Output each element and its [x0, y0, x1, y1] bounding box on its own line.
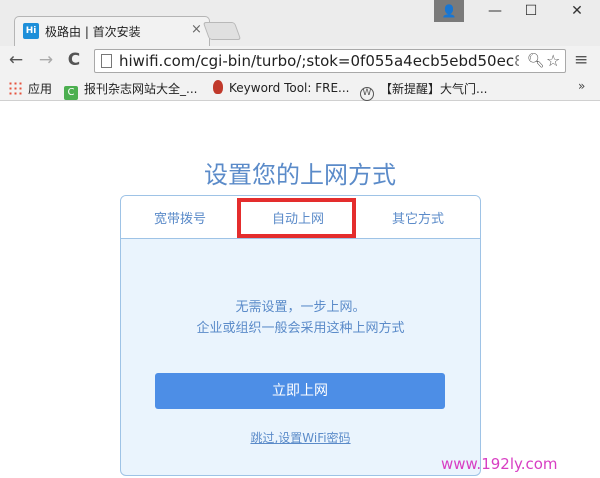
watermark: www.192ly.com [441, 455, 558, 473]
tab-pppoe[interactable]: 宽带拨号 [125, 208, 235, 227]
menu-icon[interactable]: ≡ [574, 50, 588, 70]
bookmarks-overflow-icon[interactable]: » [578, 79, 585, 93]
bookmark-new-reminder[interactable]: W 【新提醒】大气门... [360, 80, 487, 101]
description-line-1: 无需设置，一步上网。 [235, 300, 366, 315]
tab-other-methods[interactable]: 其它方式 [363, 208, 473, 227]
browser-toolbar: ← → C hiwifi.com/cgi-bin/turbo/;stok=0f0… [0, 46, 600, 76]
description-line-2: 企业或组织一般会采用这种上网方式 [196, 321, 405, 336]
bookmark-star-icon[interactable]: ☆ [546, 51, 560, 70]
bookmarks-bar: 应用 C 报刊杂志网站大全_... Keyword Tool: FRE... W 【… [0, 76, 600, 101]
new-tab-button[interactable] [202, 22, 242, 40]
address-bar[interactable]: hiwifi.com/cgi-bin/turbo/;stok=0f055a4ec… [94, 49, 566, 73]
browser-titlebar: Hi 极路由 | 首次安装 × 👤 — ☐ ✕ [0, 0, 600, 47]
connection-mode-panel: 宽带拨号 自动上网 其它方式 无需设置，一步上网。 企业或组织一般会采用这种上网… [120, 195, 481, 476]
tab-title: 极路由 | 首次安装 [45, 25, 141, 39]
maximize-icon[interactable]: ☐ [516, 3, 546, 19]
back-arrow-icon[interactable]: ← [6, 50, 26, 70]
tab-auto-connect[interactable]: 自动上网 [243, 208, 353, 227]
flame-icon [213, 80, 223, 94]
hiwifi-favicon-icon: Hi [23, 23, 39, 39]
tab-close-icon[interactable]: × [191, 22, 202, 37]
browser-tab[interactable]: Hi 极路由 | 首次安装 × [14, 16, 210, 46]
bookmark-keyword-tool[interactable]: Keyword Tool: FRE... [213, 80, 350, 95]
search-icon[interactable]: 🔍︎ [527, 53, 545, 69]
reload-icon[interactable]: C [64, 50, 84, 70]
minimize-icon[interactable]: — [480, 3, 510, 19]
window-close-icon[interactable]: ✕ [562, 3, 592, 19]
connect-now-button[interactable]: 立即上网 [155, 373, 445, 409]
bookmark-newspaper-sites[interactable]: C 报刊杂志网站大全_... [64, 80, 197, 100]
mode-tabs: 宽带拨号 自动上网 其它方式 [121, 196, 480, 239]
apps-grid-icon [8, 81, 22, 95]
page-title: 设置您的上网方式 [204, 161, 396, 189]
wordpress-icon: W [360, 87, 374, 101]
page-icon [101, 54, 112, 68]
profile-icon[interactable]: 👤 [434, 0, 464, 22]
green-c-icon: C [64, 86, 78, 100]
skip-set-wifi-password-link[interactable]: 跳过,设置WiFi密码 [121, 429, 480, 446]
forward-arrow-icon[interactable]: → [36, 50, 56, 70]
url-text: hiwifi.com/cgi-bin/turbo/;stok=0f055a4ec… [119, 52, 519, 70]
bookmark-apps[interactable]: 应用 [8, 80, 52, 97]
